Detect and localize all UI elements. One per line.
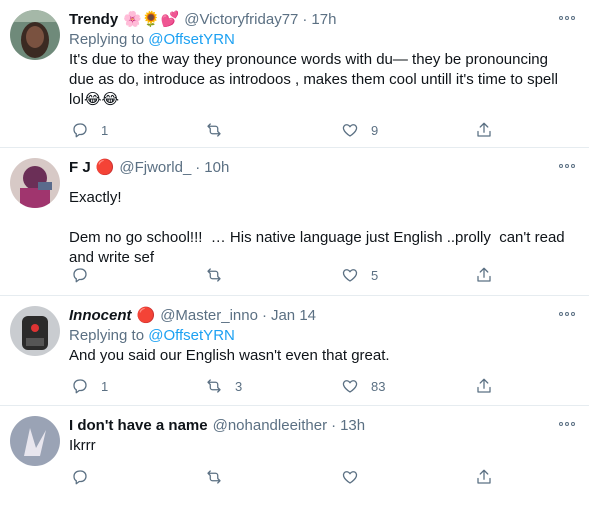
retweet-icon [207,470,221,484]
replying-prefix: Replying to [69,327,149,344]
tweet-text: And you said our English wasn't even tha… [69,347,390,364]
retweet-button[interactable]: 3 [205,377,242,395]
author-handle[interactable]: @Fjworld_ [119,158,191,178]
reply-button[interactable] [71,468,101,486]
separator: · [261,307,267,324]
share-button[interactable] [475,121,493,139]
replying-prefix: Replying to [69,31,149,48]
reply-icon [73,379,87,394]
name-emoji: 🔴 [95,159,115,176]
share-button[interactable] [475,377,493,395]
name-emoji: 🔴 [136,307,156,324]
separator: · [331,417,337,434]
avatar[interactable] [10,158,60,208]
like-count: 5 [371,267,379,283]
share-icon [477,378,491,393]
tweet[interactable]: Trendy 🌸🌻💕 @Victoryfriday77 · 17h Replyi… [0,0,589,148]
mention-link[interactable]: @OffsetYRN [148,31,235,48]
reply-count: 1 [101,378,109,394]
author-handle[interactable]: @Master_inno [160,306,258,326]
more-icon[interactable] [559,312,575,316]
action-bar [69,468,575,488]
author-name[interactable]: F J [69,158,91,178]
like-button[interactable]: 9 [341,121,378,139]
timestamp[interactable]: 13h [340,416,365,436]
more-icon[interactable] [559,422,575,426]
retweet-icon [207,123,221,137]
separator: · [195,159,201,176]
like-button[interactable]: 5 [341,266,378,284]
share-icon [477,469,491,484]
author-handle[interactable]: @Victoryfriday77 [184,10,298,30]
like-button[interactable] [341,468,371,486]
tweet[interactable]: F J 🔴 @Fjworld_ · 10h Exactly! Dem no go… [0,148,589,296]
reply-count: 1 [101,122,109,138]
like-icon [342,269,358,282]
share-icon [477,122,491,137]
like-button[interactable]: 83 [341,377,385,395]
avatar[interactable] [10,10,60,60]
name-emoji: 🌸🌻💕 [123,11,180,28]
more-icon[interactable] [559,16,575,20]
author-handle[interactable]: @nohandleeither [213,416,327,436]
tweet-text: Exactly! Dem no go school!!! … His nativ… [69,189,565,266]
reply-icon [73,123,87,138]
action-bar: 1 3 83 [69,377,575,397]
retweet-icon [207,379,221,393]
avatar[interactable] [10,306,60,356]
retweet-count: 3 [235,378,243,394]
avatar[interactable] [10,416,60,466]
like-icon [342,124,358,137]
author-name[interactable]: Trendy [69,10,118,30]
replying-to: Replying to @OffsetYRN [69,326,575,346]
like-icon [342,471,358,484]
retweet-button[interactable] [205,266,235,284]
author-name[interactable]: Innocent [69,306,132,326]
author-name[interactable]: I don't have a name [69,416,208,436]
timestamp[interactable]: 17h [311,10,336,30]
mention-link[interactable]: @OffsetYRN [148,327,235,344]
share-icon [477,267,491,282]
like-icon [342,380,358,393]
reply-icon [73,268,87,283]
reply-button[interactable] [71,266,101,284]
like-count: 83 [371,378,386,394]
reply-button[interactable]: 1 [71,121,108,139]
tweet-text: It's due to the way they pronounce words… [69,51,563,108]
action-bar: 5 [69,266,575,286]
share-button[interactable] [475,266,493,284]
retweet-button[interactable] [205,468,235,486]
retweet-button[interactable] [205,121,235,139]
reply-icon [73,470,87,485]
tweet[interactable]: Innocent 🔴 @Master_inno · Jan 14 Replyin… [0,296,589,406]
reply-button[interactable]: 1 [71,377,108,395]
replying-to: Replying to @OffsetYRN [69,30,575,50]
tweet[interactable]: I don't have a name @nohandleeither · 13… [0,406,589,508]
separator: · [302,11,308,28]
tweet-text: Ikrrr [69,437,96,454]
share-button[interactable] [475,468,493,486]
more-icon[interactable] [559,164,575,168]
timestamp[interactable]: 10h [204,158,229,178]
action-bar: 1 9 [69,121,575,141]
retweet-icon [207,268,221,282]
timestamp[interactable]: Jan 14 [271,306,316,326]
like-count: 9 [371,122,379,138]
